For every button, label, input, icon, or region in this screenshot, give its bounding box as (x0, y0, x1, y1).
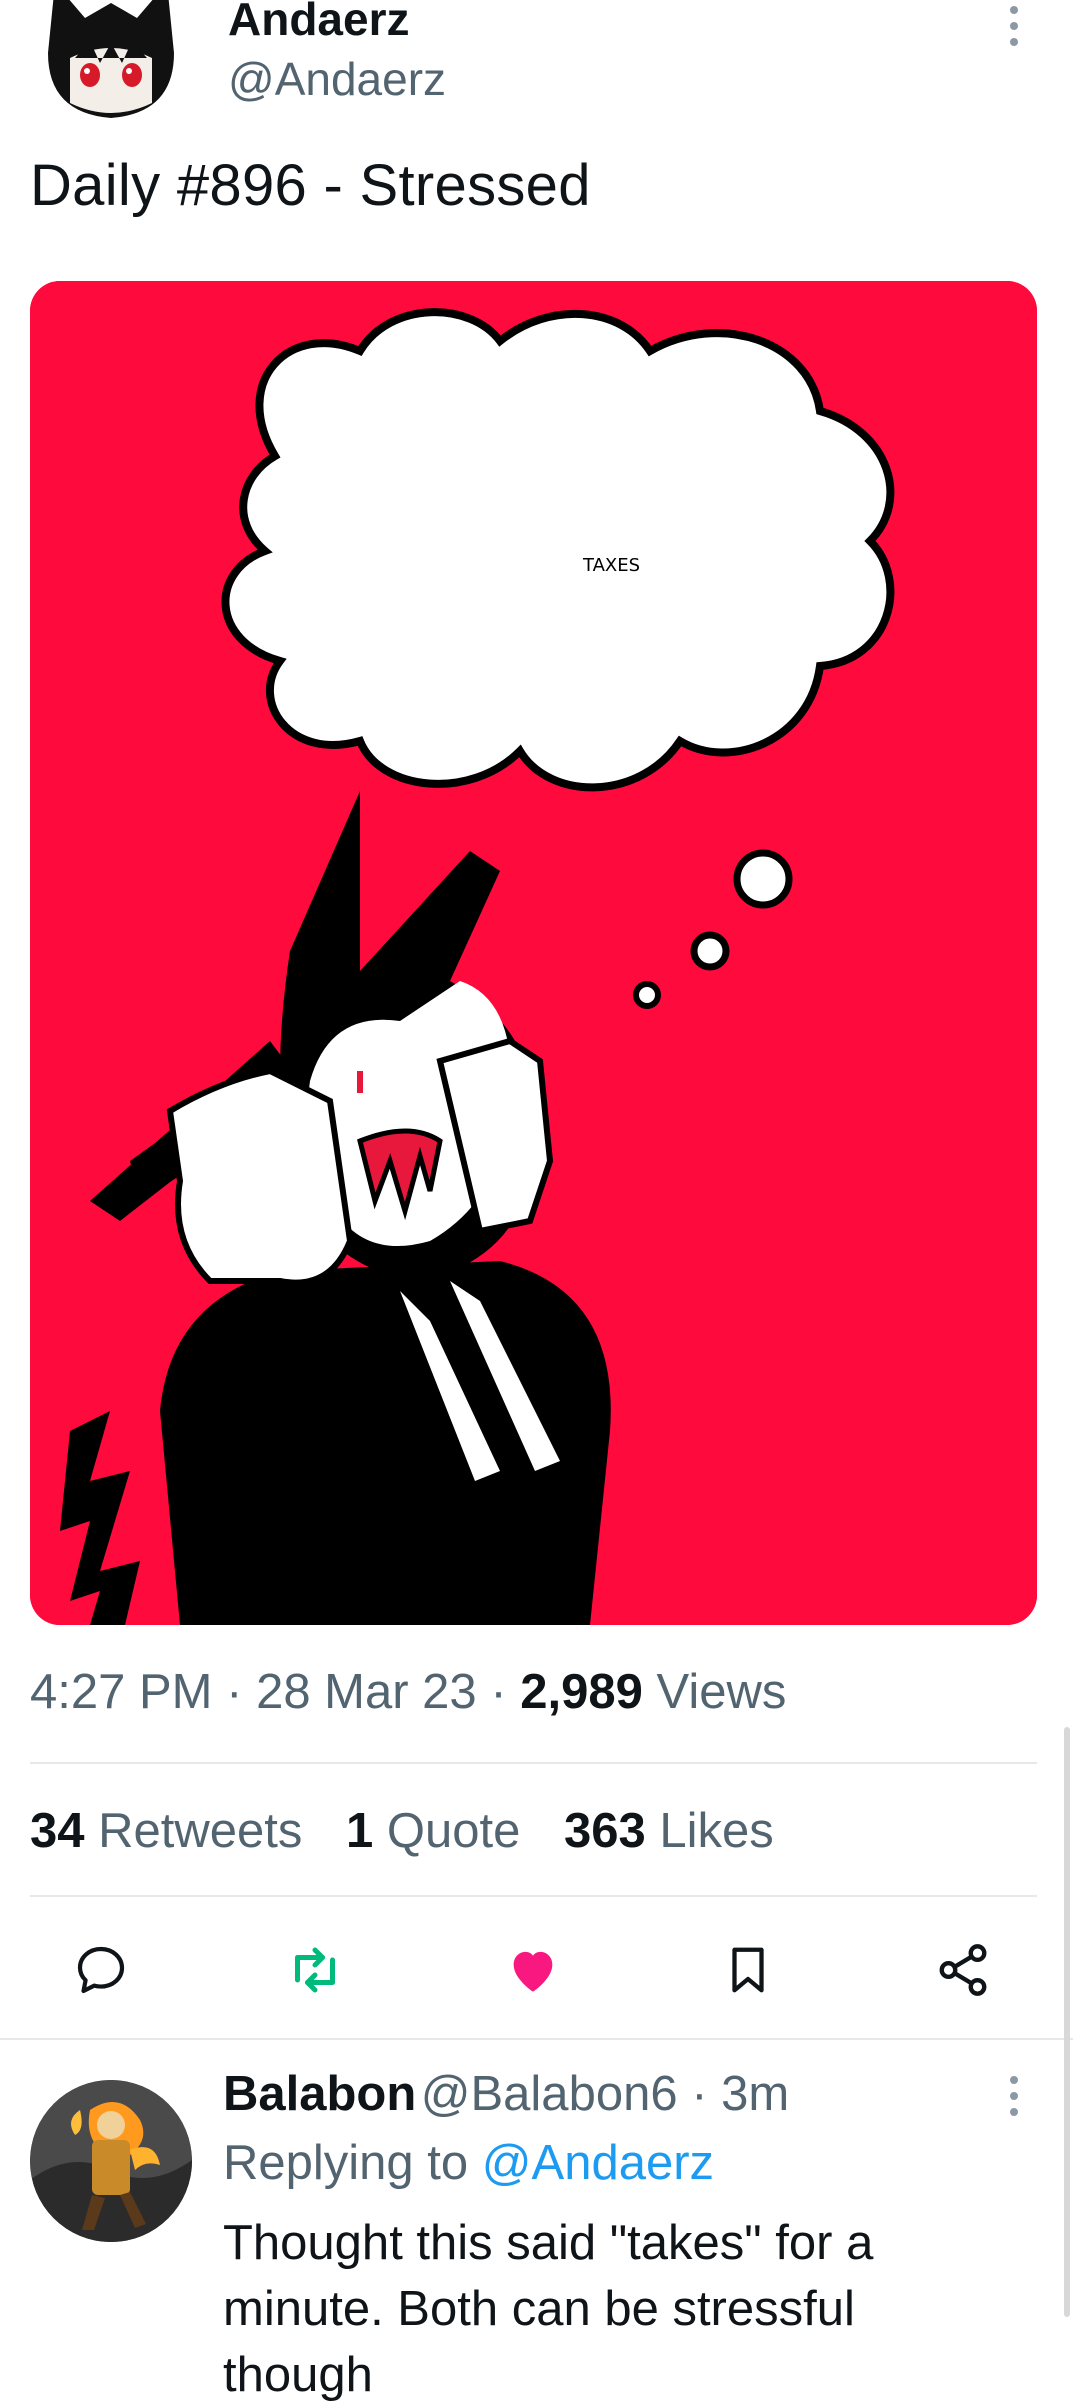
reply-icon[interactable] (71, 1940, 131, 2000)
views-count[interactable]: 2,989 (520, 1665, 643, 1719)
reply-more-options-icon[interactable] (1007, 2076, 1021, 2116)
tweet-date: 28 Mar 23 (256, 1665, 477, 1719)
meta-separator: · (691, 2067, 708, 2121)
retweets-stat[interactable]: 34 Retweets (30, 1804, 302, 1858)
thought-bubble (221, 308, 895, 792)
tweet-meta: 4:27 PM · 28 Mar 23 · 2,989 Views (30, 1664, 786, 1720)
reply-author-name[interactable]: Balabon (223, 2067, 416, 2121)
reply-author-handle[interactable]: @Balabon6 (421, 2067, 678, 2121)
reply-text: Thought this said "takes" for a minute. … (223, 2216, 874, 2402)
divider (30, 1762, 1037, 1764)
quotes-stat[interactable]: 1 Quote (346, 1804, 520, 1858)
reply-author-avatar[interactable] (30, 2080, 192, 2242)
reply-header: Balabon @Balabon6 · 3m (223, 2066, 789, 2122)
replying-prefix: Replying to (223, 2136, 469, 2190)
reply-time: 3m (721, 2067, 790, 2121)
divider (30, 1895, 1037, 1897)
thought-text: TAXES (582, 555, 640, 576)
tweet-image[interactable]: TAXES (30, 281, 1037, 1625)
author-name[interactable]: Andaerz (228, 0, 409, 46)
engagement-counts: 34 Retweets 1 Quote 363 Likes (30, 1803, 774, 1859)
replying-handle-link[interactable]: @Andaerz (482, 2136, 714, 2190)
tweet-time: 4:27 PM (30, 1665, 213, 1719)
share-icon[interactable] (933, 1940, 993, 2000)
tweet-text: Daily #896 - Stressed (30, 153, 591, 218)
author-handle[interactable]: @Andaerz (228, 52, 446, 106)
replying-to: Replying to @Andaerz (223, 2135, 714, 2191)
views-label[interactable]: Views (657, 1665, 787, 1719)
author-avatar[interactable] (30, 0, 192, 125)
scrollbar[interactable] (1064, 1727, 1070, 2317)
likes-stat[interactable]: 363 Likes (564, 1804, 774, 1858)
meta-separator: · (226, 1665, 243, 1719)
bookmark-icon[interactable] (718, 1940, 778, 2000)
meta-separator: · (490, 1665, 507, 1719)
more-options-icon[interactable] (1007, 6, 1021, 46)
divider (0, 2038, 1073, 2040)
retweet-icon[interactable] (285, 1940, 345, 2000)
heart-filled-icon[interactable] (503, 1940, 563, 2000)
